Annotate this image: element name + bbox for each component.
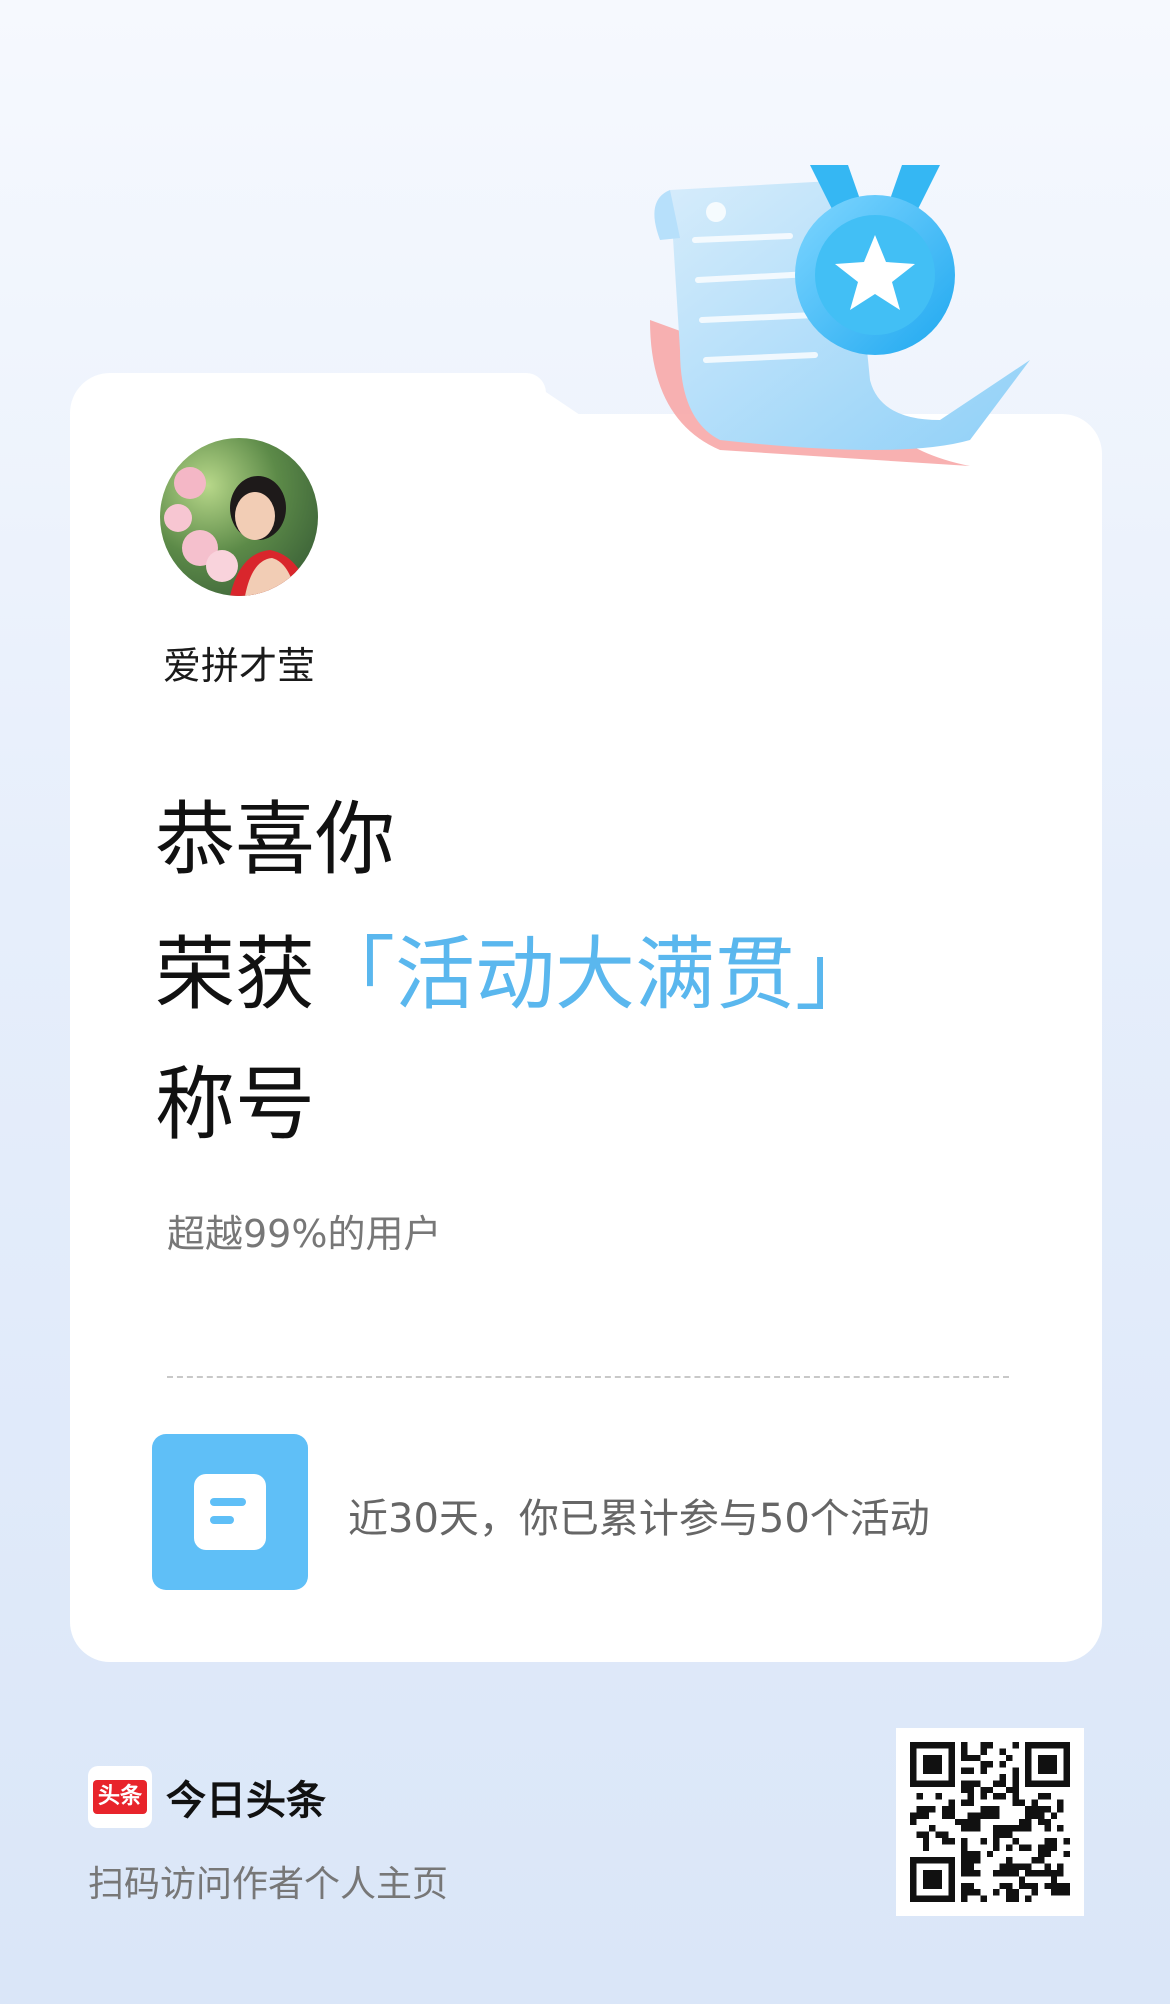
qr-code-icon[interactable] [896,1728,1084,1916]
scan-hint: 扫码访问作者个人主页 [88,1864,449,1905]
dashed-divider [167,1376,1009,1378]
headline-line-1: 恭喜你 [155,793,395,886]
headline-line-2: 荣获「活动大满贯」 [155,935,875,1015]
headline-prefix: 荣获 [155,928,315,1021]
rank-text: 超越99%的用户 [167,1212,442,1256]
username: 爱拼才莹 [163,644,316,688]
brand-logo-text: 头条 [92,1780,147,1814]
brand-name: 今日头条 [166,1778,326,1824]
toutiao-logo-icon: 头条 [88,1766,152,1828]
avatar[interactable] [160,438,318,596]
brand: 头条 今日头条 [88,1766,326,1828]
medal-certificate-icon [640,150,1060,490]
document-icon [152,1434,308,1590]
activity-stats-text: 近30天，你已累计参与50个活动 [348,1496,930,1542]
honor-title: 「活动大满贯」 [315,928,875,1021]
headline-line-3: 称号 [155,1058,315,1151]
